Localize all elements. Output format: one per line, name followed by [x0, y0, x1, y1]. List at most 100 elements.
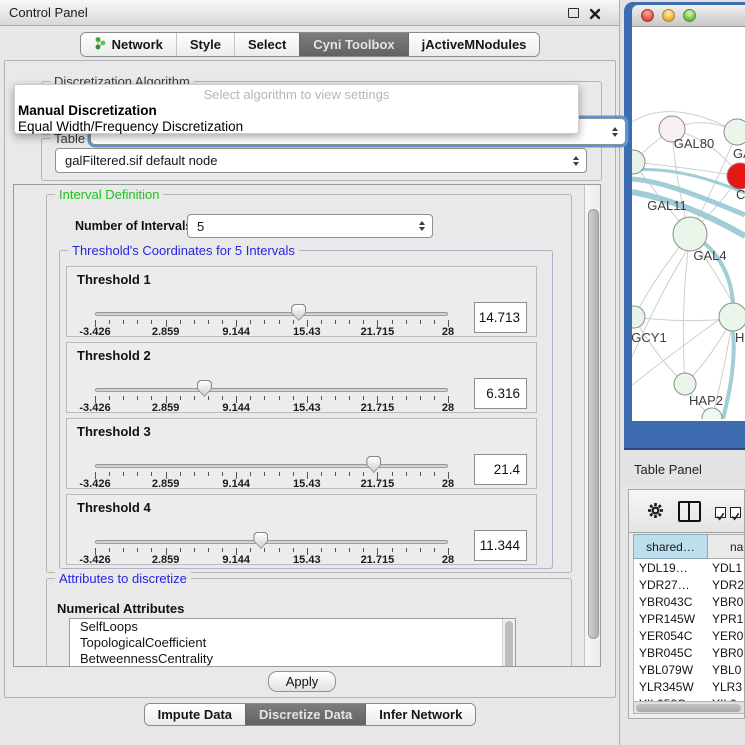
- gear-icon[interactable]: [647, 502, 664, 524]
- cell-shared-name: YER054C: [634, 629, 710, 643]
- slider-tick-label: 28: [442, 326, 454, 338]
- network-node-C[interactable]: [727, 163, 745, 189]
- slider-tick-label: 2.859: [152, 554, 180, 566]
- float-window-icon[interactable]: [568, 8, 579, 18]
- column-header-shared-name[interactable]: shared…: [633, 534, 708, 559]
- slider-tick: [349, 548, 350, 552]
- tab-discretize-data[interactable]: Discretize Data: [245, 704, 365, 725]
- slider-thumb[interactable]: [197, 380, 212, 397]
- network-edge[interactable]: [634, 317, 728, 321]
- table-row[interactable]: YBR045CYBR0: [634, 644, 745, 661]
- network-window-titlebar[interactable]: [632, 5, 745, 27]
- slider-thumb[interactable]: [291, 304, 306, 321]
- tab-label: Network: [112, 37, 163, 52]
- checkbox-icon[interactable]: [715, 507, 726, 518]
- slider-tick: [264, 320, 265, 324]
- slider-thumb-face: [198, 381, 211, 396]
- network-edge[interactable]: [683, 234, 690, 384]
- slider-tick-label: 9.144: [222, 402, 250, 414]
- slider-tick-label: 2.859: [152, 402, 180, 414]
- slider-tick: [293, 320, 294, 324]
- network-canvas[interactable]: GAL80GACGAL11GAL4GCY1HHAP2: [632, 27, 745, 421]
- network-view-window[interactable]: GAL80GACGAL11GAL4GCY1HHAP2: [624, 2, 745, 450]
- cell-shared-name: YDL19…: [634, 561, 710, 575]
- network-node-GCY1[interactable]: [632, 306, 645, 328]
- tab-select[interactable]: Select: [234, 33, 299, 56]
- slider-tick: [363, 548, 364, 552]
- slider-track[interactable]: [95, 540, 448, 544]
- dropdown-option[interactable]: Manual Discretization: [15, 103, 578, 119]
- tab-style[interactable]: Style: [176, 33, 234, 56]
- table-panel: shared… na YDL19…YDL1YDR27…YDR2YBR043CYB…: [620, 486, 745, 745]
- slider-tick: [109, 548, 110, 552]
- network-node-GAL4[interactable]: [673, 217, 707, 251]
- tab-label: Select: [248, 37, 286, 52]
- zoom-traffic-light-icon[interactable]: [683, 9, 696, 22]
- threshold-panel-2: Threshold 2-3.4262.8599.14415.4321.71528…: [66, 342, 537, 413]
- close-traffic-light-icon[interactable]: [641, 9, 654, 22]
- slider-track[interactable]: [95, 312, 448, 316]
- slider-tick: [321, 396, 322, 400]
- scrollbar-thumb[interactable]: [505, 621, 513, 667]
- threshold-value-field[interactable]: 21.4: [474, 454, 527, 485]
- slider-track[interactable]: [95, 388, 448, 392]
- table-row[interactable]: YBR043CYBR0: [634, 593, 745, 610]
- thresholds-group: Threshold's Coordinates for 5 Intervals …: [59, 250, 553, 569]
- table-row[interactable]: YDL19…YDL1: [634, 559, 745, 576]
- threshold-value-field[interactable]: 6.316: [474, 378, 527, 409]
- attribute-list-item[interactable]: TopologicalCoefficient: [70, 635, 515, 651]
- network-node-HAP2[interactable]: [674, 373, 696, 395]
- scrollbar-thumb[interactable]: [636, 704, 741, 712]
- settings-scrollpane: Interval Definition Number of Intervals …: [13, 184, 601, 667]
- attribute-list-item[interactable]: BetweennessCentrality: [70, 651, 515, 667]
- slider-tick: [420, 396, 421, 400]
- threshold-value-field[interactable]: 14.713: [474, 302, 527, 333]
- slider-tick: [406, 396, 407, 400]
- cell-name: YDL1: [710, 561, 745, 575]
- apply-button[interactable]: Apply: [268, 671, 336, 692]
- slider-tick: [151, 320, 152, 324]
- bottom-tab-row: Impute DataDiscretize DataInfer Network: [0, 703, 620, 726]
- network-node[interactable]: [702, 408, 722, 419]
- numerical-attributes-list[interactable]: SelfLoopsTopologicalCoefficientBetweenne…: [69, 618, 516, 667]
- tab-jactivemnodules[interactable]: jActiveMNodules: [408, 33, 540, 56]
- tab-cyni-toolbox[interactable]: Cyni Toolbox: [299, 33, 407, 56]
- attribute-list-item[interactable]: SelfLoops: [70, 619, 515, 635]
- slider-tick: [434, 548, 435, 552]
- table-row[interactable]: YBL079WYBL0: [634, 661, 745, 678]
- table-data-combobox[interactable]: galFiltered.sif default node: [55, 148, 587, 173]
- slider-thumb[interactable]: [366, 456, 381, 473]
- attributes-scrollbar[interactable]: [502, 619, 515, 667]
- threshold-value-field[interactable]: 11.344: [474, 530, 527, 561]
- network-node-label: GAL80: [674, 136, 714, 151]
- table-horizontal-scrollbar[interactable]: [633, 701, 745, 714]
- slider-tick: [250, 472, 251, 476]
- minimize-traffic-light-icon[interactable]: [662, 9, 675, 22]
- table-row[interactable]: YPR145WYPR1: [634, 610, 745, 627]
- column-header-name[interactable]: na: [708, 534, 745, 559]
- tab-infer-network[interactable]: Infer Network: [365, 704, 475, 725]
- table-data-combobox-value: galFiltered.sif default node: [65, 153, 217, 168]
- slider-tick: [335, 472, 336, 476]
- tab-impute-data[interactable]: Impute Data: [145, 704, 245, 725]
- table-row[interactable]: YER054CYER0: [634, 627, 745, 644]
- network-node-H[interactable]: [719, 303, 745, 331]
- column-layout-icon[interactable]: [678, 501, 701, 522]
- network-node-label: GCY1: [632, 330, 667, 345]
- slider-tick: [180, 548, 181, 552]
- table-row[interactable]: YDR27…YDR2: [634, 576, 745, 593]
- threshold-panel-3: Threshold 3-3.4262.8599.14415.4321.71528…: [66, 418, 537, 489]
- network-node-GA[interactable]: [724, 119, 745, 145]
- slider-track[interactable]: [95, 464, 448, 468]
- dropdown-option[interactable]: Equal Width/Frequency Discretization: [15, 119, 578, 135]
- checkbox-icon[interactable]: [730, 507, 741, 518]
- number-of-intervals-combobox[interactable]: 5: [187, 214, 433, 238]
- tab-network[interactable]: Network: [81, 33, 176, 56]
- table-row[interactable]: YLR345WYLR3: [634, 678, 745, 695]
- slider-tick: [392, 548, 393, 552]
- threshold-panel-1: Threshold 1-3.4262.8599.14415.4321.71528…: [66, 266, 537, 337]
- settings-vertical-scrollbar[interactable]: [584, 185, 601, 667]
- slider-thumb[interactable]: [253, 532, 268, 549]
- close-icon[interactable]: [589, 7, 601, 19]
- scrollbar-thumb[interactable]: [588, 209, 599, 639]
